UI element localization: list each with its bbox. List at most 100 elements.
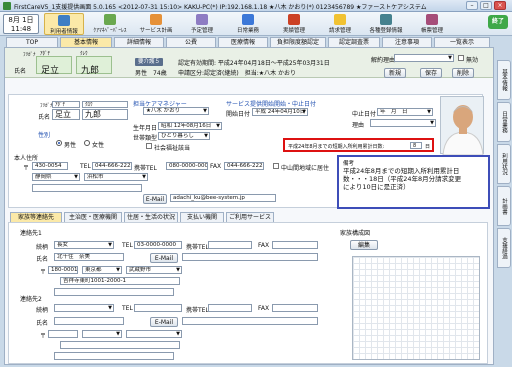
registration-icon bbox=[380, 14, 392, 25]
family-diagram-canvas[interactable] bbox=[352, 256, 480, 360]
maximize-button[interactable]: □ bbox=[480, 1, 492, 10]
female-radio[interactable] bbox=[84, 140, 90, 146]
zip-input[interactable]: 430-0054 bbox=[32, 162, 68, 170]
mountain-area-checkbox[interactable] bbox=[273, 163, 279, 169]
toolbar-results-button[interactable]: 実績管理 bbox=[274, 13, 314, 35]
contact2-address-input[interactable] bbox=[60, 341, 180, 349]
email-input[interactable]: adachi_ku@bee-system.jp bbox=[170, 194, 276, 202]
contact2-email-input[interactable] bbox=[182, 317, 318, 325]
address-line-input[interactable] bbox=[32, 184, 142, 192]
user-photo[interactable] bbox=[440, 96, 484, 156]
contact1-prefecture-select[interactable]: 東京都 bbox=[82, 266, 122, 274]
contact1-relation-select[interactable]: 長女 bbox=[54, 241, 114, 249]
invalid-checkbox[interactable] bbox=[458, 55, 464, 61]
recognition-period-text: 認定有効期間: 平成24年04月18日～平成25年03月31日 bbox=[178, 60, 330, 67]
memo-text[interactable]: 平成24年8月までの短期入所利用累計日数・・・18日（平成24年8月分請求変更に… bbox=[343, 167, 463, 205]
stop-date-label: 中止日付 bbox=[352, 111, 377, 118]
tab-survey[interactable]: 認定調査票 bbox=[328, 37, 380, 47]
toolbar-button-label: サービス計画 bbox=[139, 28, 173, 34]
delete-button[interactable]: 削除 bbox=[452, 68, 474, 78]
kana-sei-input[interactable]: ｱﾀﾞﾁ bbox=[52, 101, 80, 108]
close-button[interactable]: × bbox=[494, 1, 506, 10]
contact1-name-input[interactable]: 北千住 奈美 bbox=[54, 253, 124, 261]
fax-input[interactable]: 044-666-2222 bbox=[224, 162, 264, 170]
tab-notes[interactable]: 注意事項 bbox=[382, 37, 432, 47]
contact2-prefecture-select[interactable] bbox=[82, 330, 122, 338]
contact1-tel-input[interactable]: 03-0000-0000 bbox=[134, 241, 182, 249]
contact2-relation-select[interactable] bbox=[54, 304, 114, 312]
contact1-email-button[interactable]: E-Mail bbox=[150, 253, 178, 263]
subtab-payment[interactable]: 支払い機関 bbox=[180, 212, 224, 222]
tab-detail-info[interactable]: 詳細情報 bbox=[114, 37, 164, 47]
contact1-email-input[interactable] bbox=[182, 253, 318, 261]
birth-date-input[interactable]: 昭和 12年08月16日 bbox=[158, 122, 222, 130]
kana-mei-input[interactable]: ｸﾛｳ bbox=[82, 101, 128, 108]
stop-reason-select[interactable] bbox=[370, 119, 436, 127]
toolbar-schedule-button[interactable]: 予定管理 bbox=[182, 13, 222, 35]
family-diagram-label: 家族構成図 bbox=[340, 230, 371, 237]
tab-top[interactable]: TOP bbox=[6, 37, 58, 47]
tab-burden-limit[interactable]: 負担限度額認定 bbox=[270, 37, 326, 47]
toolbar-registration-button[interactable]: 各種登録情報 bbox=[366, 13, 406, 35]
city-select[interactable]: 浜松市 bbox=[84, 173, 148, 181]
toolbar-billing-button[interactable]: 請求管理 bbox=[320, 13, 360, 35]
toolbar-reports-button[interactable]: 帳票管理 bbox=[412, 13, 452, 35]
male-radio[interactable] bbox=[56, 140, 62, 146]
welfare-checkbox[interactable] bbox=[146, 143, 152, 149]
contact1-zip-input[interactable]: 180-0001 bbox=[48, 266, 78, 274]
mobile-input[interactable]: 080-0000-0000 bbox=[166, 162, 208, 170]
contact2-zip-input[interactable] bbox=[48, 330, 78, 338]
contact2-extra-input[interactable] bbox=[54, 352, 174, 360]
contact2-name-input[interactable] bbox=[54, 317, 124, 325]
toolbar-paperless-button[interactable]: ｹｱﾏﾈﾍﾟｰﾊﾟｰﾚｽ bbox=[90, 13, 130, 35]
daily-work-icon bbox=[242, 14, 254, 25]
contact2-city-select[interactable] bbox=[126, 330, 182, 338]
stop-date-input[interactable]: 年 月 日 bbox=[377, 108, 433, 116]
exit-button[interactable]: 終了 bbox=[488, 15, 508, 29]
contact2-fax-input[interactable] bbox=[272, 304, 318, 312]
contact1-extra-input[interactable] bbox=[54, 288, 174, 296]
family-diagram-edit-button[interactable]: 編集 bbox=[350, 240, 378, 250]
save-button[interactable]: 保存 bbox=[420, 68, 442, 78]
new-button[interactable]: 新規 bbox=[384, 68, 406, 78]
tel-input[interactable]: 044-666-2222 bbox=[92, 162, 132, 170]
mei-input[interactable]: 九郎 bbox=[82, 109, 128, 120]
contact1-address-input[interactable]: 吉祥寺東町1001-2000-1 bbox=[60, 277, 180, 285]
contact1-mobile-input[interactable] bbox=[208, 241, 252, 249]
side-tab-plan[interactable]: 計画書 bbox=[497, 186, 511, 226]
toolbar-service-plan-button[interactable]: サービス計画 bbox=[136, 13, 176, 35]
tab-list-view[interactable]: 一覧表示 bbox=[434, 37, 490, 47]
minimize-button[interactable]: – bbox=[466, 1, 478, 10]
subtab-housing[interactable]: 住居・生活の状況 bbox=[124, 212, 178, 222]
billing-icon bbox=[334, 14, 346, 25]
sei-input[interactable]: 足立 bbox=[52, 109, 80, 120]
subtab-family-contact[interactable]: 家族等連絡先 bbox=[10, 212, 62, 222]
contact1-city-select[interactable]: 武蔵野市 bbox=[126, 266, 182, 274]
cancel-reason-select[interactable] bbox=[394, 54, 454, 62]
care-manager-select[interactable]: ★八木 かおり bbox=[143, 107, 209, 115]
side-tab-usage[interactable]: 利用状況 bbox=[497, 144, 511, 184]
service-start-label: サービス提供開始開始・中止日付 bbox=[226, 101, 317, 108]
side-tab-basic[interactable]: 基本情報 bbox=[497, 60, 511, 100]
email-button[interactable]: E-Mail bbox=[143, 194, 167, 204]
tab-medical-info[interactable]: 医療情報 bbox=[218, 37, 268, 47]
toolbar-daily-work-button[interactable]: 日常業務 bbox=[228, 13, 268, 35]
side-tab-record[interactable]: 支援経過 bbox=[497, 228, 511, 268]
tab-public-expense[interactable]: 公費 bbox=[166, 37, 216, 47]
contact2-email-button[interactable]: E-Mail bbox=[150, 317, 178, 327]
male-label: 男性 bbox=[64, 142, 77, 149]
contact2-mobile-input[interactable] bbox=[208, 304, 252, 312]
household-select[interactable]: ひとり暮らし bbox=[158, 132, 210, 140]
memo-label: 備考 bbox=[343, 161, 355, 167]
subtab-doctor[interactable]: 主治医・医療機関 bbox=[64, 212, 122, 222]
side-tab-daily[interactable]: 日常業務 bbox=[497, 102, 511, 142]
toolbar-user-info-button[interactable]: 利用者情報 bbox=[44, 13, 84, 35]
prefecture-select[interactable]: 静岡県 bbox=[32, 173, 80, 181]
start-date-input[interactable]: 平成 24年04月10日 bbox=[252, 108, 308, 116]
subtab-services[interactable]: ご利用サービス bbox=[226, 212, 274, 222]
contact1-fax-input[interactable] bbox=[272, 241, 318, 249]
contact2-heading: 連絡先2 bbox=[20, 296, 42, 303]
tab-basic-info[interactable]: 基本情報 bbox=[60, 37, 112, 47]
contact2-tel-input[interactable] bbox=[134, 304, 182, 312]
summary-kana-label: ﾌﾘｶﾞﾅ bbox=[23, 52, 36, 58]
